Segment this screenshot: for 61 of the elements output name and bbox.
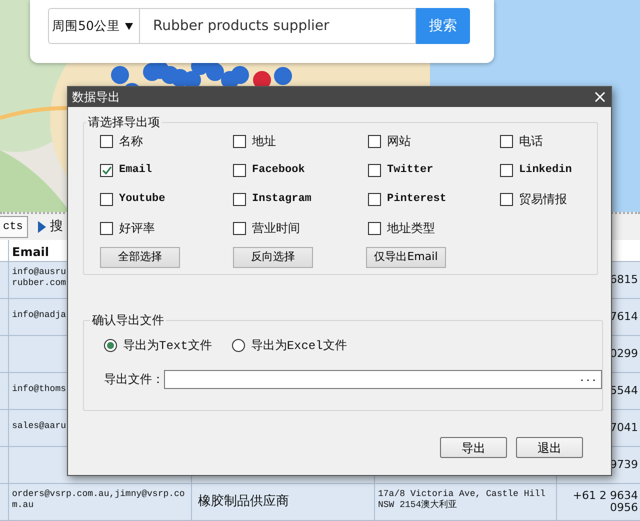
column-header: Email (11, 244, 50, 261)
checkbox-label[interactable]: Email (119, 162, 152, 179)
radio-label[interactable]: 导出为Text文件 (123, 336, 212, 354)
table-cell: orders@vsrp.com.au,jimny@vsrp.co m.au (12, 489, 185, 511)
checkbox[interactable] (500, 135, 513, 148)
table-cell-text: +61 2 9634 0956 (572, 490, 638, 514)
radius-select[interactable]: 周围50公里 (48, 8, 140, 44)
play-icon[interactable] (38, 221, 46, 233)
checkbox[interactable] (233, 222, 246, 235)
checkbox[interactable] (100, 222, 113, 235)
checkbox-label[interactable]: Instagram (252, 191, 312, 208)
checkbox[interactable] (100, 164, 113, 177)
checkbox[interactable] (233, 135, 246, 148)
search-field[interactable]: Rubber products supplier (140, 8, 416, 44)
table-cell: info@thoms (12, 384, 66, 395)
dialog-button[interactable]: 退出 (516, 437, 583, 458)
checkbox-label[interactable]: Youtube (119, 191, 166, 208)
checkbox[interactable] (368, 193, 381, 206)
checkbox-label[interactable]: Twitter (387, 162, 434, 179)
table-cell: sales@aaru (12, 421, 66, 432)
window-title: 数据导出 (72, 89, 120, 106)
checkbox[interactable] (500, 164, 513, 177)
checkbox-label[interactable]: 贸易情报 (519, 190, 567, 208)
table-cell: 7041 (610, 422, 638, 434)
checkbox-label[interactable]: 营业时间 (252, 220, 300, 238)
table-cell-text: 橡胶制品供应商 (198, 493, 289, 512)
checkbox[interactable] (368, 164, 381, 177)
dialog-button[interactable]: 导出 (440, 437, 507, 458)
radio-label[interactable]: 导出为Excel文件 (250, 336, 347, 354)
checkbox-label[interactable]: Pinterest (387, 191, 446, 208)
checkbox-label[interactable]: 好评率 (119, 220, 155, 238)
file-path-field[interactable] (164, 370, 602, 389)
checkbox[interactable] (233, 193, 246, 206)
toolbar-label[interactable]: 搜 (50, 217, 63, 237)
checkbox-label[interactable]: 地址 (252, 132, 276, 150)
table-cell: 17a/8 Victoria Ave, Castle Hill NSW 2154澳大利亚 (378, 489, 546, 511)
checkbox[interactable] (100, 193, 113, 206)
group-title: 请选择导出项 (87, 115, 161, 129)
checkbox-label[interactable]: Facebook (252, 162, 305, 179)
close-icon[interactable] (595, 92, 605, 102)
checkbox[interactable] (500, 193, 513, 206)
select-button[interactable]: 全部选择 (100, 247, 180, 268)
checkbox[interactable] (368, 222, 381, 235)
table-cell: info@ausru rubber.com (12, 267, 66, 289)
group-title: 确认导出文件 (91, 313, 165, 327)
select-button[interactable]: 仅导出Email (366, 247, 446, 268)
caret-icon (124, 22, 133, 30)
radio-button[interactable] (232, 339, 245, 352)
select-button[interactable]: 反向选择 (233, 247, 313, 268)
radio-button[interactable] (104, 339, 117, 352)
checkbox-label[interactable]: 名称 (119, 132, 143, 150)
checkbox[interactable] (100, 135, 113, 148)
toolbar-button[interactable]: cts (0, 216, 28, 238)
checkbox[interactable] (233, 164, 246, 177)
checkbox-label[interactable]: 网站 (387, 132, 411, 150)
checkbox-label[interactable]: Linkedin (519, 162, 572, 179)
table-cell: 7614 (610, 311, 638, 323)
table-cell: info@nadja (12, 310, 66, 321)
checkbox-label[interactable]: 电话 (519, 132, 543, 150)
checkbox[interactable] (368, 135, 381, 148)
checkbox-label[interactable]: 地址类型 (387, 220, 435, 238)
